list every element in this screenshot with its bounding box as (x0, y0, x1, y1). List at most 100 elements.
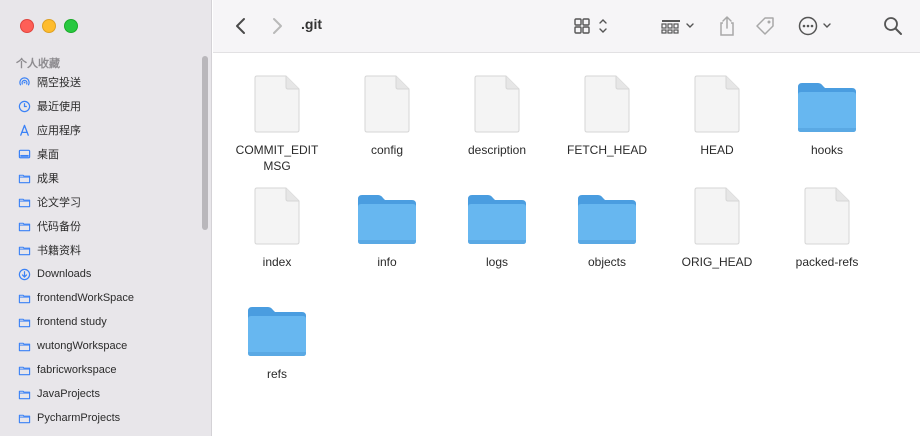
folder-icon (17, 219, 31, 233)
file-name: description (467, 143, 527, 157)
clock-icon (17, 99, 31, 113)
sidebar-item-label: 论文学习 (37, 197, 81, 209)
group-by-button[interactable] (659, 12, 699, 40)
sidebar-item-label: 成果 (37, 173, 59, 185)
folder-icon (17, 387, 31, 401)
sidebar-item-label: PycharmProjects (37, 412, 121, 424)
sidebar-item-label: frontend study (37, 316, 107, 328)
folder-icon (17, 315, 31, 329)
file-name: index (262, 255, 292, 269)
sidebar-item[interactable]: PycharmProjects (0, 406, 200, 430)
folder-item[interactable]: info (337, 179, 437, 270)
sidebar-list: 隔空投送最近使用应用程序桌面成果论文学习代码备份书籍资料 Downloads fro… (0, 70, 200, 430)
file-item[interactable]: packed-refs (777, 179, 877, 270)
sidebar-item-label: 最近使用 (37, 101, 81, 113)
document-icon (447, 67, 547, 133)
document-icon (227, 179, 327, 245)
more-options-icon (798, 16, 831, 36)
folder-item[interactable]: objects (557, 179, 657, 270)
window-title: .git (301, 16, 322, 32)
sidebar-item-label: fabricworkspace (37, 364, 117, 376)
sidebar-item-label: 书籍资料 (37, 245, 81, 257)
sidebar-item[interactable]: frontend study (0, 310, 200, 334)
tag-button[interactable] (751, 12, 779, 40)
folder-item[interactable]: refs (227, 291, 327, 382)
sidebar-item-label: frontendWorkSpace (37, 292, 135, 304)
sidebar-item[interactable]: 代码备份 (0, 214, 200, 238)
view-mode-button[interactable] (571, 12, 611, 40)
document-icon (227, 67, 327, 133)
folder-icon (337, 179, 437, 245)
file-item[interactable]: ORIG_HEAD (667, 179, 767, 270)
folder-icon (17, 339, 31, 353)
file-item[interactable]: COMMIT_EDITMSG (227, 67, 327, 174)
sidebar-item[interactable]: fabricworkspace (0, 358, 200, 382)
share-button[interactable] (713, 12, 741, 40)
sidebar-item[interactable]: 桌面 (0, 142, 200, 166)
window-controls (20, 19, 78, 33)
file-name: packed-refs (795, 255, 859, 269)
file-name: objects (587, 255, 627, 269)
sidebar-item[interactable]: 应用程序 (0, 118, 200, 142)
search-icon (884, 17, 902, 35)
file-item[interactable]: FETCH_HEAD (557, 67, 657, 158)
close-button[interactable] (20, 19, 34, 33)
chevron-left-icon (236, 18, 245, 34)
sidebar: 个人收藏 隔空投送最近使用应用程序桌面成果论文学习代码备份书籍资料 Downloa… (0, 0, 212, 436)
document-icon (667, 67, 767, 133)
folder-icon (17, 195, 31, 209)
folder-item[interactable]: hooks (777, 67, 877, 158)
zoom-button[interactable] (64, 19, 78, 33)
file-name: config (370, 143, 404, 157)
file-item[interactable]: index (227, 179, 327, 270)
file-name: logs (485, 255, 508, 269)
sidebar-scrollbar[interactable] (202, 56, 208, 230)
sidebar-item-label: wutongWorkspace (37, 340, 128, 352)
share-icon (720, 15, 734, 36)
folder-icon (17, 291, 31, 305)
download-icon (17, 267, 31, 281)
file-item[interactable]: HEAD (667, 67, 767, 158)
forward-button[interactable] (267, 12, 287, 40)
sidebar-item[interactable]: 最近使用 (0, 94, 200, 118)
sidebar-item[interactable]: JavaProjects (0, 382, 200, 406)
sidebar-item[interactable]: 书籍资料 (0, 238, 200, 262)
tag-icon (756, 17, 774, 35)
file-item[interactable]: config (337, 67, 437, 158)
sidebar-item-label: Downloads (37, 268, 92, 280)
sidebar-item[interactable]: wutongWorkspace (0, 334, 200, 358)
sidebar-item-label: 应用程序 (37, 125, 81, 137)
file-name: info (377, 255, 397, 269)
sidebar-item[interactable]: 隔空投送 (0, 70, 200, 94)
favorites-section-title: 个人收藏 (16, 58, 60, 70)
sidebar-item-label: JavaProjects (37, 388, 100, 400)
file-name: ORIG_HEAD (681, 255, 753, 269)
folder-icon (17, 363, 31, 377)
file-item[interactable]: description (447, 67, 547, 158)
folder-icon (777, 67, 877, 133)
sidebar-item[interactable]: frontendWorkSpace (0, 286, 200, 310)
folder-icon (17, 243, 31, 257)
back-button[interactable] (231, 12, 251, 40)
sidebar-item[interactable]: Downloads (0, 262, 200, 286)
folder-icon (17, 411, 31, 425)
document-icon (667, 179, 767, 245)
file-name: COMMIT_EDITMSG (235, 143, 319, 173)
action-menu-button[interactable] (795, 12, 837, 40)
applications-icon (17, 123, 31, 137)
file-grid: COMMIT_EDITMSG config description FETCH_HEA… (213, 53, 920, 436)
icon-grid-icon (574, 18, 607, 34)
file-name: FETCH_HEAD (566, 143, 647, 157)
folder-icon (227, 291, 327, 357)
folder-item[interactable]: logs (447, 179, 547, 270)
file-name: hooks (810, 143, 844, 157)
sidebar-item[interactable]: 成果 (0, 166, 200, 190)
search-button[interactable] (879, 12, 907, 40)
minimize-button[interactable] (42, 19, 56, 33)
chevron-right-icon (273, 18, 282, 34)
folder-icon (557, 179, 657, 245)
toolbar: .git (213, 0, 920, 53)
file-name: refs (266, 367, 287, 381)
sidebar-item[interactable]: 论文学习 (0, 190, 200, 214)
sidebar-item-label: 代码备份 (37, 221, 81, 233)
